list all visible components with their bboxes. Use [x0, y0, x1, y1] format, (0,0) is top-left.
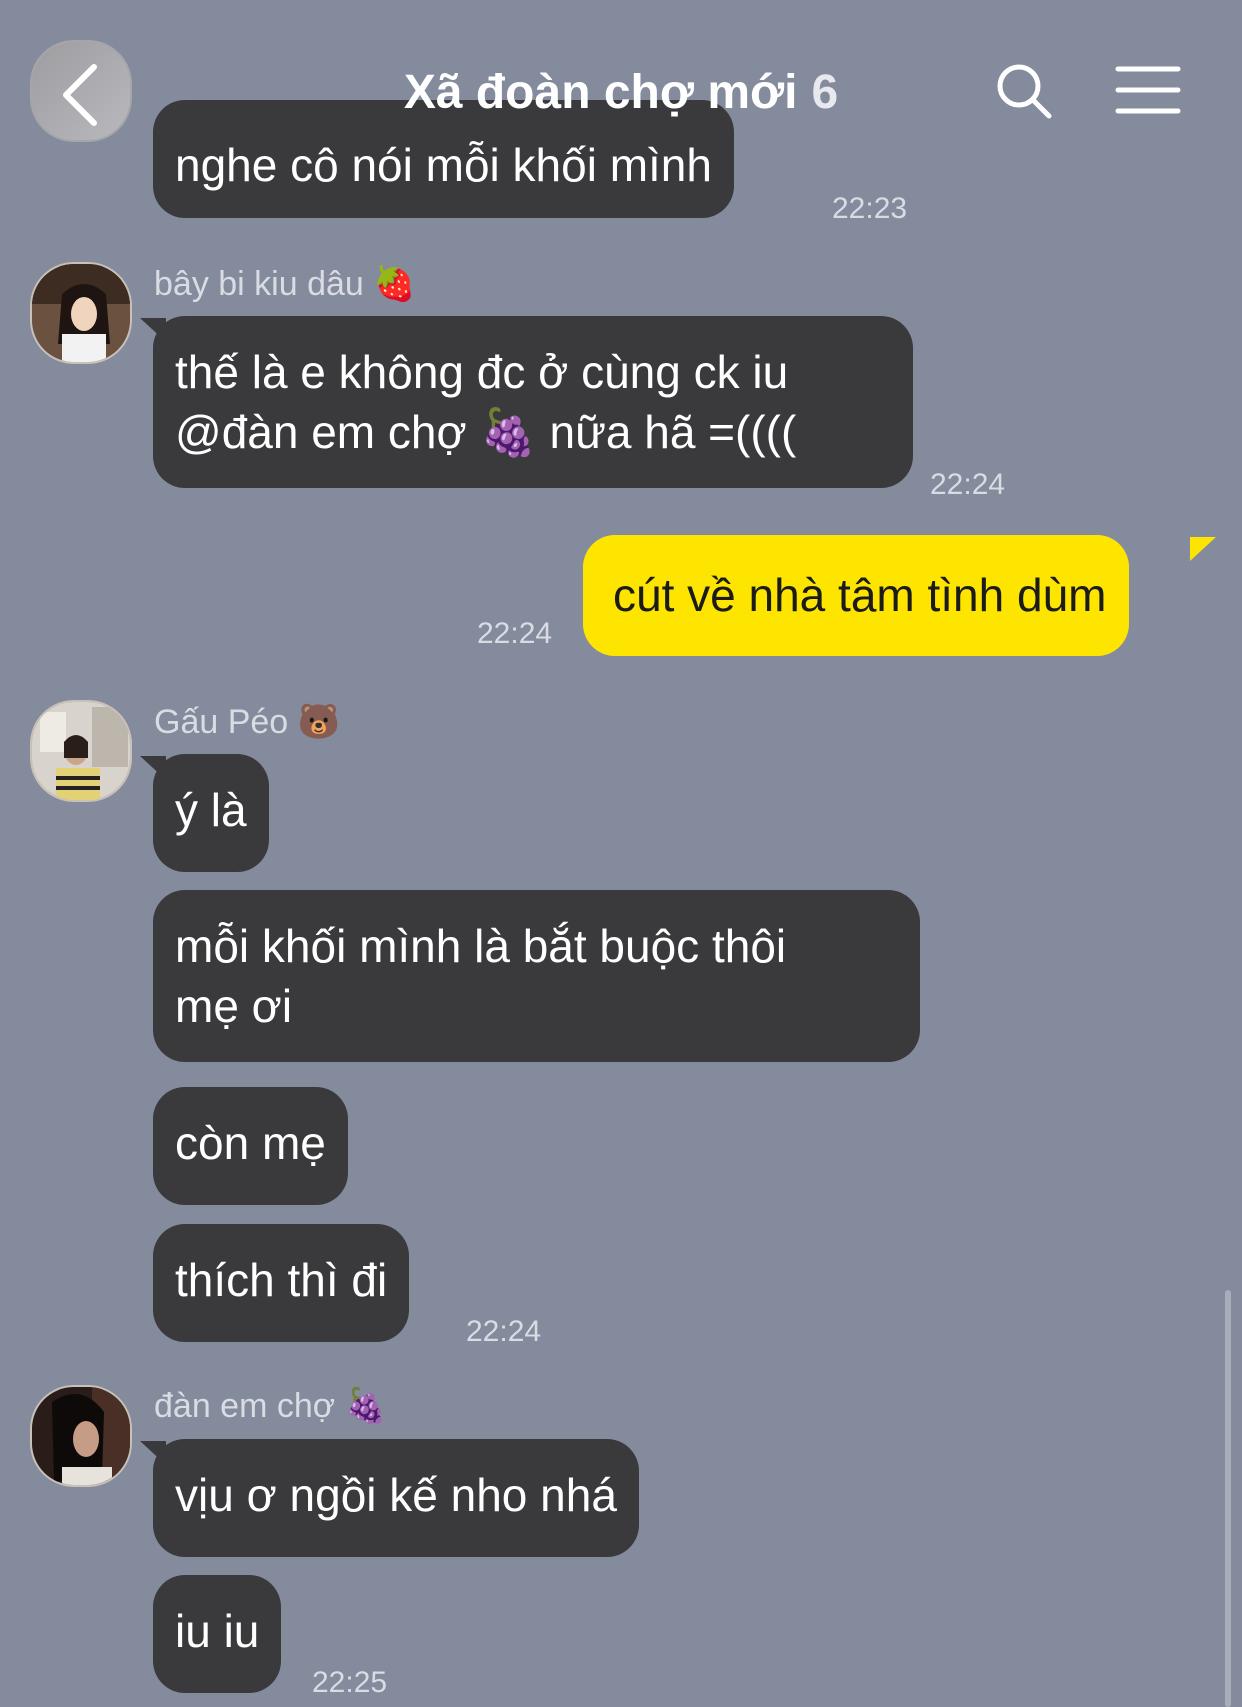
- sender-name: Gấu Péo 🐻: [154, 702, 341, 742]
- message-bubble[interactable]: vịu ơ ngồi kế nho nhá: [153, 1439, 639, 1557]
- message-timestamp: 22:24: [477, 617, 553, 650]
- menu-button[interactable]: [1115, 64, 1181, 116]
- message-timestamp: 22:24: [930, 468, 1006, 501]
- hamburger-menu-icon: [1115, 66, 1181, 114]
- message-bubble[interactable]: mỗi khối mình là bắt buộc thôi mẹ ơi: [153, 890, 920, 1062]
- message-text-line: @đàn em chợ 🍇 nữa hã =((((: [175, 405, 797, 459]
- chat-header: Xã đoàn chợ mới 6: [0, 0, 1242, 190]
- message-timestamp: 22:23: [832, 192, 908, 225]
- message-text: còn mẹ: [175, 1117, 326, 1169]
- search-icon: [997, 64, 1052, 119]
- message-text: cút về nhà tâm tình dùm: [613, 569, 1107, 621]
- search-button[interactable]: [995, 62, 1055, 122]
- message-timestamp: 22:25: [312, 1666, 388, 1699]
- message-timestamp: 22:24: [466, 1315, 542, 1348]
- message-text: ý là: [175, 784, 247, 836]
- message-bubble[interactable]: thế là e không đc ở cùng ck iu @đàn em c…: [153, 316, 913, 488]
- message-bubble[interactable]: thích thì đi: [153, 1224, 410, 1342]
- sender-name: bây bi kiu dâu 🍓: [154, 264, 416, 304]
- message-bubble[interactable]: còn mẹ: [153, 1087, 348, 1205]
- avatar[interactable]: [30, 1385, 132, 1487]
- avatar[interactable]: [30, 262, 132, 364]
- message-bubble[interactable]: ý là: [153, 754, 269, 872]
- member-count: 6: [811, 66, 839, 119]
- message-text-line: mẹ ơi: [175, 980, 293, 1032]
- my-message-bubble[interactable]: cút về nhà tâm tình dùm: [583, 535, 1129, 656]
- message-text-line: thế là e không đc ở cùng ck iu: [175, 346, 789, 398]
- sender-name: đàn em chợ 🍇: [154, 1386, 387, 1426]
- message-bubble[interactable]: iu iu: [153, 1575, 282, 1693]
- chat-title-text: Xã đoàn chợ mới: [403, 66, 798, 119]
- message-text: vịu ơ ngồi kế nho nhá: [175, 1469, 617, 1521]
- bubble-tail: [1190, 537, 1216, 561]
- chat-title[interactable]: Xã đoàn chợ mới 6: [0, 65, 1242, 120]
- message-text: iu iu: [175, 1605, 260, 1657]
- avatar[interactable]: [30, 700, 132, 802]
- scrollbar[interactable]: [1225, 1290, 1231, 1707]
- message-text: thích thì đi: [175, 1254, 388, 1306]
- message-text-line: mỗi khối mình là bắt buộc thôi: [175, 920, 787, 972]
- chat-message-list[interactable]: nghe cô nói mỗi khối mình 22:23 bây bi k…: [0, 0, 1242, 1707]
